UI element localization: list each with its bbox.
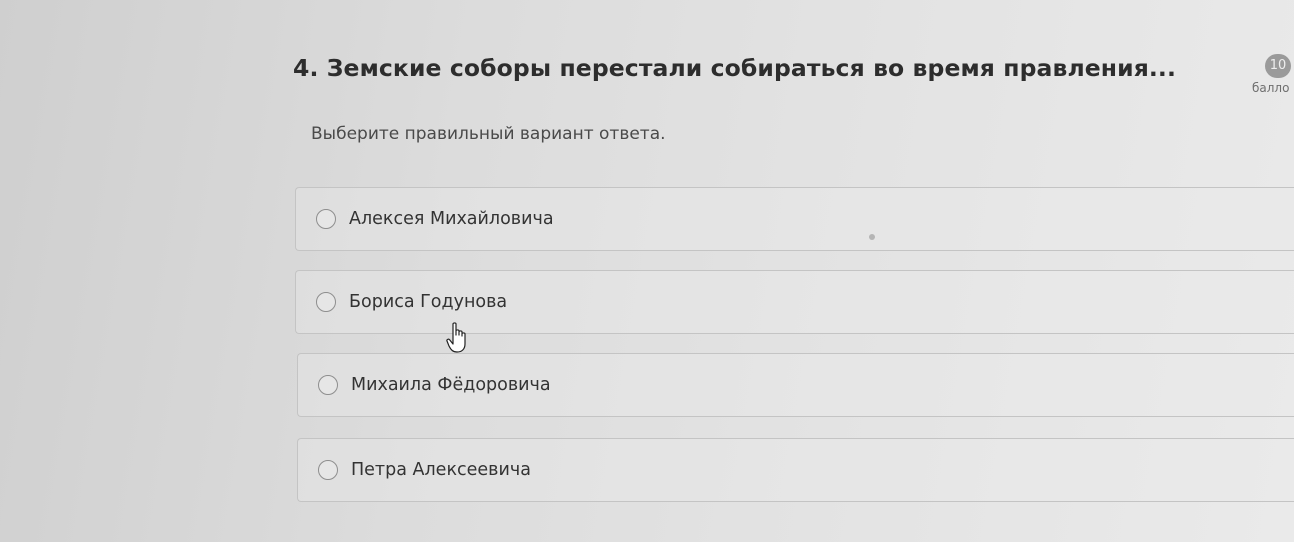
points-indicator: 10 балло	[1248, 54, 1294, 100]
answer-option[interactable]: Михаила Фёдоровича	[297, 353, 1294, 417]
answer-option-label: Михаила Фёдоровича	[351, 375, 551, 395]
radio-button[interactable]	[316, 292, 336, 312]
hand-pointer-icon	[446, 322, 466, 353]
radio-button[interactable]	[318, 460, 338, 480]
radio-button[interactable]	[316, 209, 336, 229]
decorative-dot	[869, 234, 875, 240]
question-title: 4. Земские соборы перестали собираться в…	[293, 54, 1176, 82]
answer-option-label: Петра Алексеевича	[351, 460, 531, 480]
radio-button[interactable]	[318, 375, 338, 395]
answer-option-label: Бориса Годунова	[349, 292, 508, 312]
answer-option[interactable]: Петра Алексеевича	[297, 438, 1294, 502]
question-instruction: Выберите правильный вариант ответа.	[311, 124, 666, 144]
answer-option[interactable]: Бориса Годунова	[295, 270, 1294, 334]
points-label: балло	[1252, 81, 1290, 95]
answer-option-label: Алексея Михайловича	[349, 209, 554, 229]
answer-option[interactable]: Алексея Михайловича	[295, 187, 1294, 251]
points-badge: 10	[1265, 54, 1291, 78]
